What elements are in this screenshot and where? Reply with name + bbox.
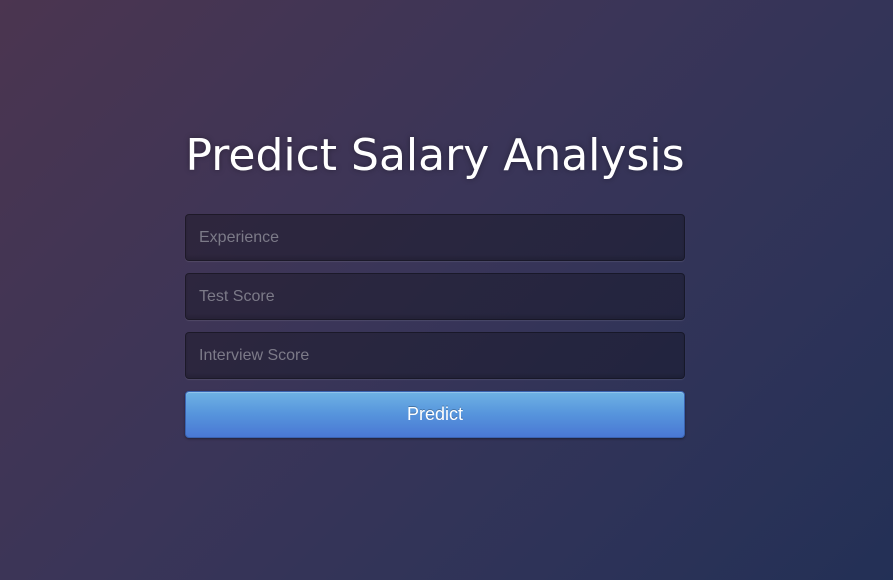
prediction-form: Predict Salary Analysis Predict — [185, 126, 685, 438]
form-fields: Predict — [185, 214, 685, 438]
interview-score-input[interactable] — [185, 332, 685, 379]
test-score-input[interactable] — [185, 273, 685, 320]
experience-input[interactable] — [185, 214, 685, 261]
predict-button[interactable]: Predict — [185, 391, 685, 438]
page-title: Predict Salary Analysis — [185, 130, 685, 181]
